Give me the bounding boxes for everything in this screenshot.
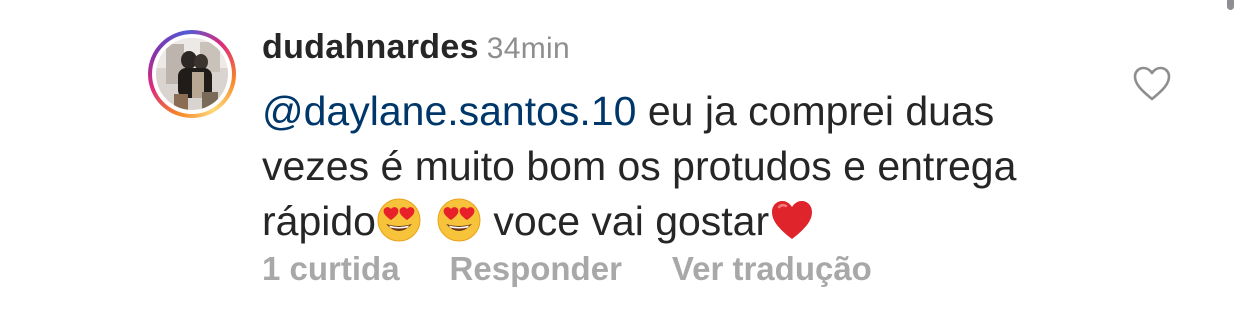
avatar-photo xyxy=(156,38,228,110)
comment-text-part2: voce vai gostar xyxy=(493,198,770,244)
heart-eyes-emoji-icon xyxy=(437,198,481,242)
reply-button[interactable]: Responder xyxy=(450,250,622,287)
comment-actions: 1 curtida Responder Ver tradução xyxy=(262,250,922,288)
comment-body: @daylane.santos.10 eu ja comprei duas ve… xyxy=(262,84,1092,249)
username[interactable]: dudahnardes xyxy=(262,28,479,66)
see-translation-button[interactable]: Ver tradução xyxy=(672,250,872,287)
scroll-indicator[interactable] xyxy=(1227,0,1234,10)
comment-header: dudahnardes 34min xyxy=(262,28,570,67)
mention-link[interactable]: @daylane.santos.10 xyxy=(262,88,636,134)
comment-time: 34min xyxy=(486,32,570,65)
avatar[interactable] xyxy=(148,30,236,118)
like-button[interactable] xyxy=(1132,64,1172,104)
heart-eyes-emoji-icon xyxy=(377,198,421,242)
heart-outline-icon xyxy=(1133,66,1171,101)
red-heart-emoji-icon xyxy=(772,201,813,239)
likes-count-link[interactable]: 1 curtida xyxy=(262,250,400,287)
